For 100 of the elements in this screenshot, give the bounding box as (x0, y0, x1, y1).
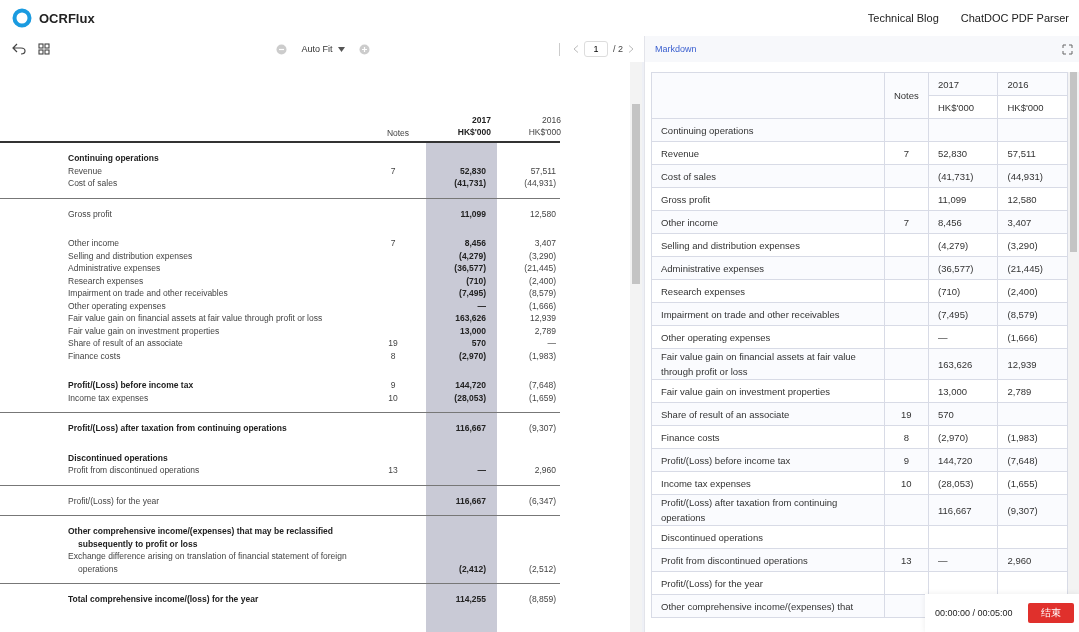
table-cell: (1,666) (1007, 331, 1038, 343)
line-item-label: Other operating expenses (67, 299, 167, 312)
amount: 116,667 (455, 423, 486, 433)
line-item-label: Research expenses (67, 274, 145, 287)
table-cell: Profit from discontinued operations (651, 548, 885, 572)
table-cell: (2,970) (938, 431, 969, 443)
table-cell: (4,279) (938, 239, 969, 251)
table-cell: Finance costs (651, 425, 885, 449)
table-cell: 7 (903, 216, 909, 228)
end-button[interactable]: 结束 (1028, 603, 1074, 623)
amount: (2,970) (459, 350, 486, 361)
amount: (2,412) (459, 563, 486, 574)
amount: 2,789 (534, 325, 556, 336)
table-cell: 2,789 (1007, 385, 1032, 397)
column-header: HK$'000 (528, 126, 561, 138)
column-header: HK$'000 (998, 95, 1068, 119)
line-item-label: Impairment on trade and other receivables (67, 287, 229, 300)
amount: 8,456 (464, 238, 486, 248)
table-cell: Other income (651, 210, 885, 234)
table-cell: 3,407 (1007, 216, 1032, 228)
amount: (2,400) (529, 275, 556, 286)
note-number: 10 (388, 392, 398, 403)
markdown-tab[interactable]: Markdown (653, 42, 699, 56)
table-cell: 13,000 (938, 385, 968, 397)
amount: — (477, 300, 486, 311)
amount: (21,445) (524, 263, 556, 273)
note-number: 7 (390, 238, 396, 248)
table-cell: Gross profit (651, 187, 885, 211)
amount: 12,580 (530, 208, 556, 219)
line-item-label: Discontinued operations (67, 451, 169, 464)
amount: 116,667 (455, 495, 486, 506)
table-cell: 570 (938, 408, 954, 420)
table-cell: (710) (938, 285, 961, 297)
scrollbar-thumb[interactable] (1070, 72, 1077, 252)
amount: 3,407 (534, 238, 556, 248)
amount: (7,648) (529, 380, 556, 390)
amount: (1,659) (529, 392, 556, 403)
note-number: 8 (390, 350, 396, 361)
table-cell: Share of result of an associate (651, 402, 885, 426)
amount: 144,720 (455, 380, 486, 390)
table-cell: — (938, 554, 948, 566)
scrollbar-thumb[interactable] (632, 104, 640, 284)
ring-logo-icon (12, 8, 32, 28)
zoom-out-icon[interactable] (276, 43, 288, 55)
line-item-label: Other comprehensive income/(expenses) that may be reclassified subsequently to profit or loss (67, 525, 335, 550)
line-item-label: Profit from discontinued operations (67, 464, 201, 477)
line-item-label: Profit/(Loss) for the year (67, 494, 161, 507)
table-cell: 11,099 (938, 193, 967, 205)
table-cell: (41,731) (938, 170, 974, 182)
amount: 57,511 (530, 165, 556, 176)
zoom-dropdown[interactable]: Auto Fit (299, 44, 347, 54)
amount: (9,307) (529, 423, 556, 433)
table-cell: (21,445) (1007, 262, 1043, 274)
previous-page-icon[interactable] (573, 45, 579, 53)
table-cell: Impairment on trade and other receivables (651, 302, 885, 326)
nav-link[interactable]: Technical Blog (867, 12, 939, 24)
column-header: 2017 (472, 114, 491, 126)
line-item-label: Fair value gain on financial assets at fair value through profit or loss (67, 312, 324, 325)
table-cell: — (938, 331, 948, 343)
table-cell: (1,983) (1007, 431, 1038, 443)
amount: (1,983) (529, 350, 556, 361)
table-cell: 144,720 (938, 454, 973, 466)
line-item-label: Continuing operations (67, 152, 160, 165)
amount: 12,939 (530, 313, 556, 323)
note-number: 7 (390, 165, 396, 176)
table-cell: 9 (903, 454, 909, 466)
undo-icon[interactable] (12, 43, 26, 55)
next-page-icon[interactable] (628, 45, 634, 53)
amount: (3,290) (529, 250, 556, 261)
table-cell: Administrative expenses (651, 256, 885, 280)
amount: (36,577) (454, 263, 486, 273)
expand-icon[interactable] (1062, 43, 1073, 55)
amount: 13,000 (460, 325, 486, 336)
line-item-label: Income tax expenses (67, 391, 150, 404)
page-count: / 2 (613, 44, 623, 54)
table-cell: Cost of sales (651, 164, 885, 188)
nav-link[interactable]: ChatDOC PDF Parser (960, 12, 1069, 24)
column-header: HK$'000 (928, 95, 998, 119)
zoom-in-icon[interactable] (358, 43, 370, 55)
grid-icon[interactable] (38, 43, 50, 55)
table-cell: 2,960 (1007, 554, 1032, 566)
table-cell: (7,495) (938, 308, 969, 320)
table-cell: 7 (903, 147, 909, 159)
table-cell: Research expenses (651, 279, 885, 303)
line-item-label: Administrative expenses (67, 262, 162, 275)
table-cell: (28,053) (938, 477, 974, 489)
amount: (2,512) (529, 563, 556, 574)
table-cell: 12,939 (1007, 358, 1037, 370)
line-item-label: Selling and distribution expenses (67, 249, 194, 262)
amount: (4,279) (459, 250, 486, 261)
page-number-field[interactable]: 1 (584, 41, 608, 57)
line-item-label: Total comprehensive income/(loss) for the year (67, 593, 260, 606)
table-cell: Continuing operations (651, 118, 885, 142)
amount: 570 (471, 338, 486, 348)
table-cell: 12,580 (1007, 193, 1037, 205)
amount: 163,626 (455, 313, 486, 323)
table-cell: Income tax expenses (651, 471, 885, 495)
table-cell: Profit/(Loss) for the year (651, 571, 885, 595)
amount: 11,099 (460, 208, 486, 219)
table-cell: 52,830 (938, 147, 968, 159)
